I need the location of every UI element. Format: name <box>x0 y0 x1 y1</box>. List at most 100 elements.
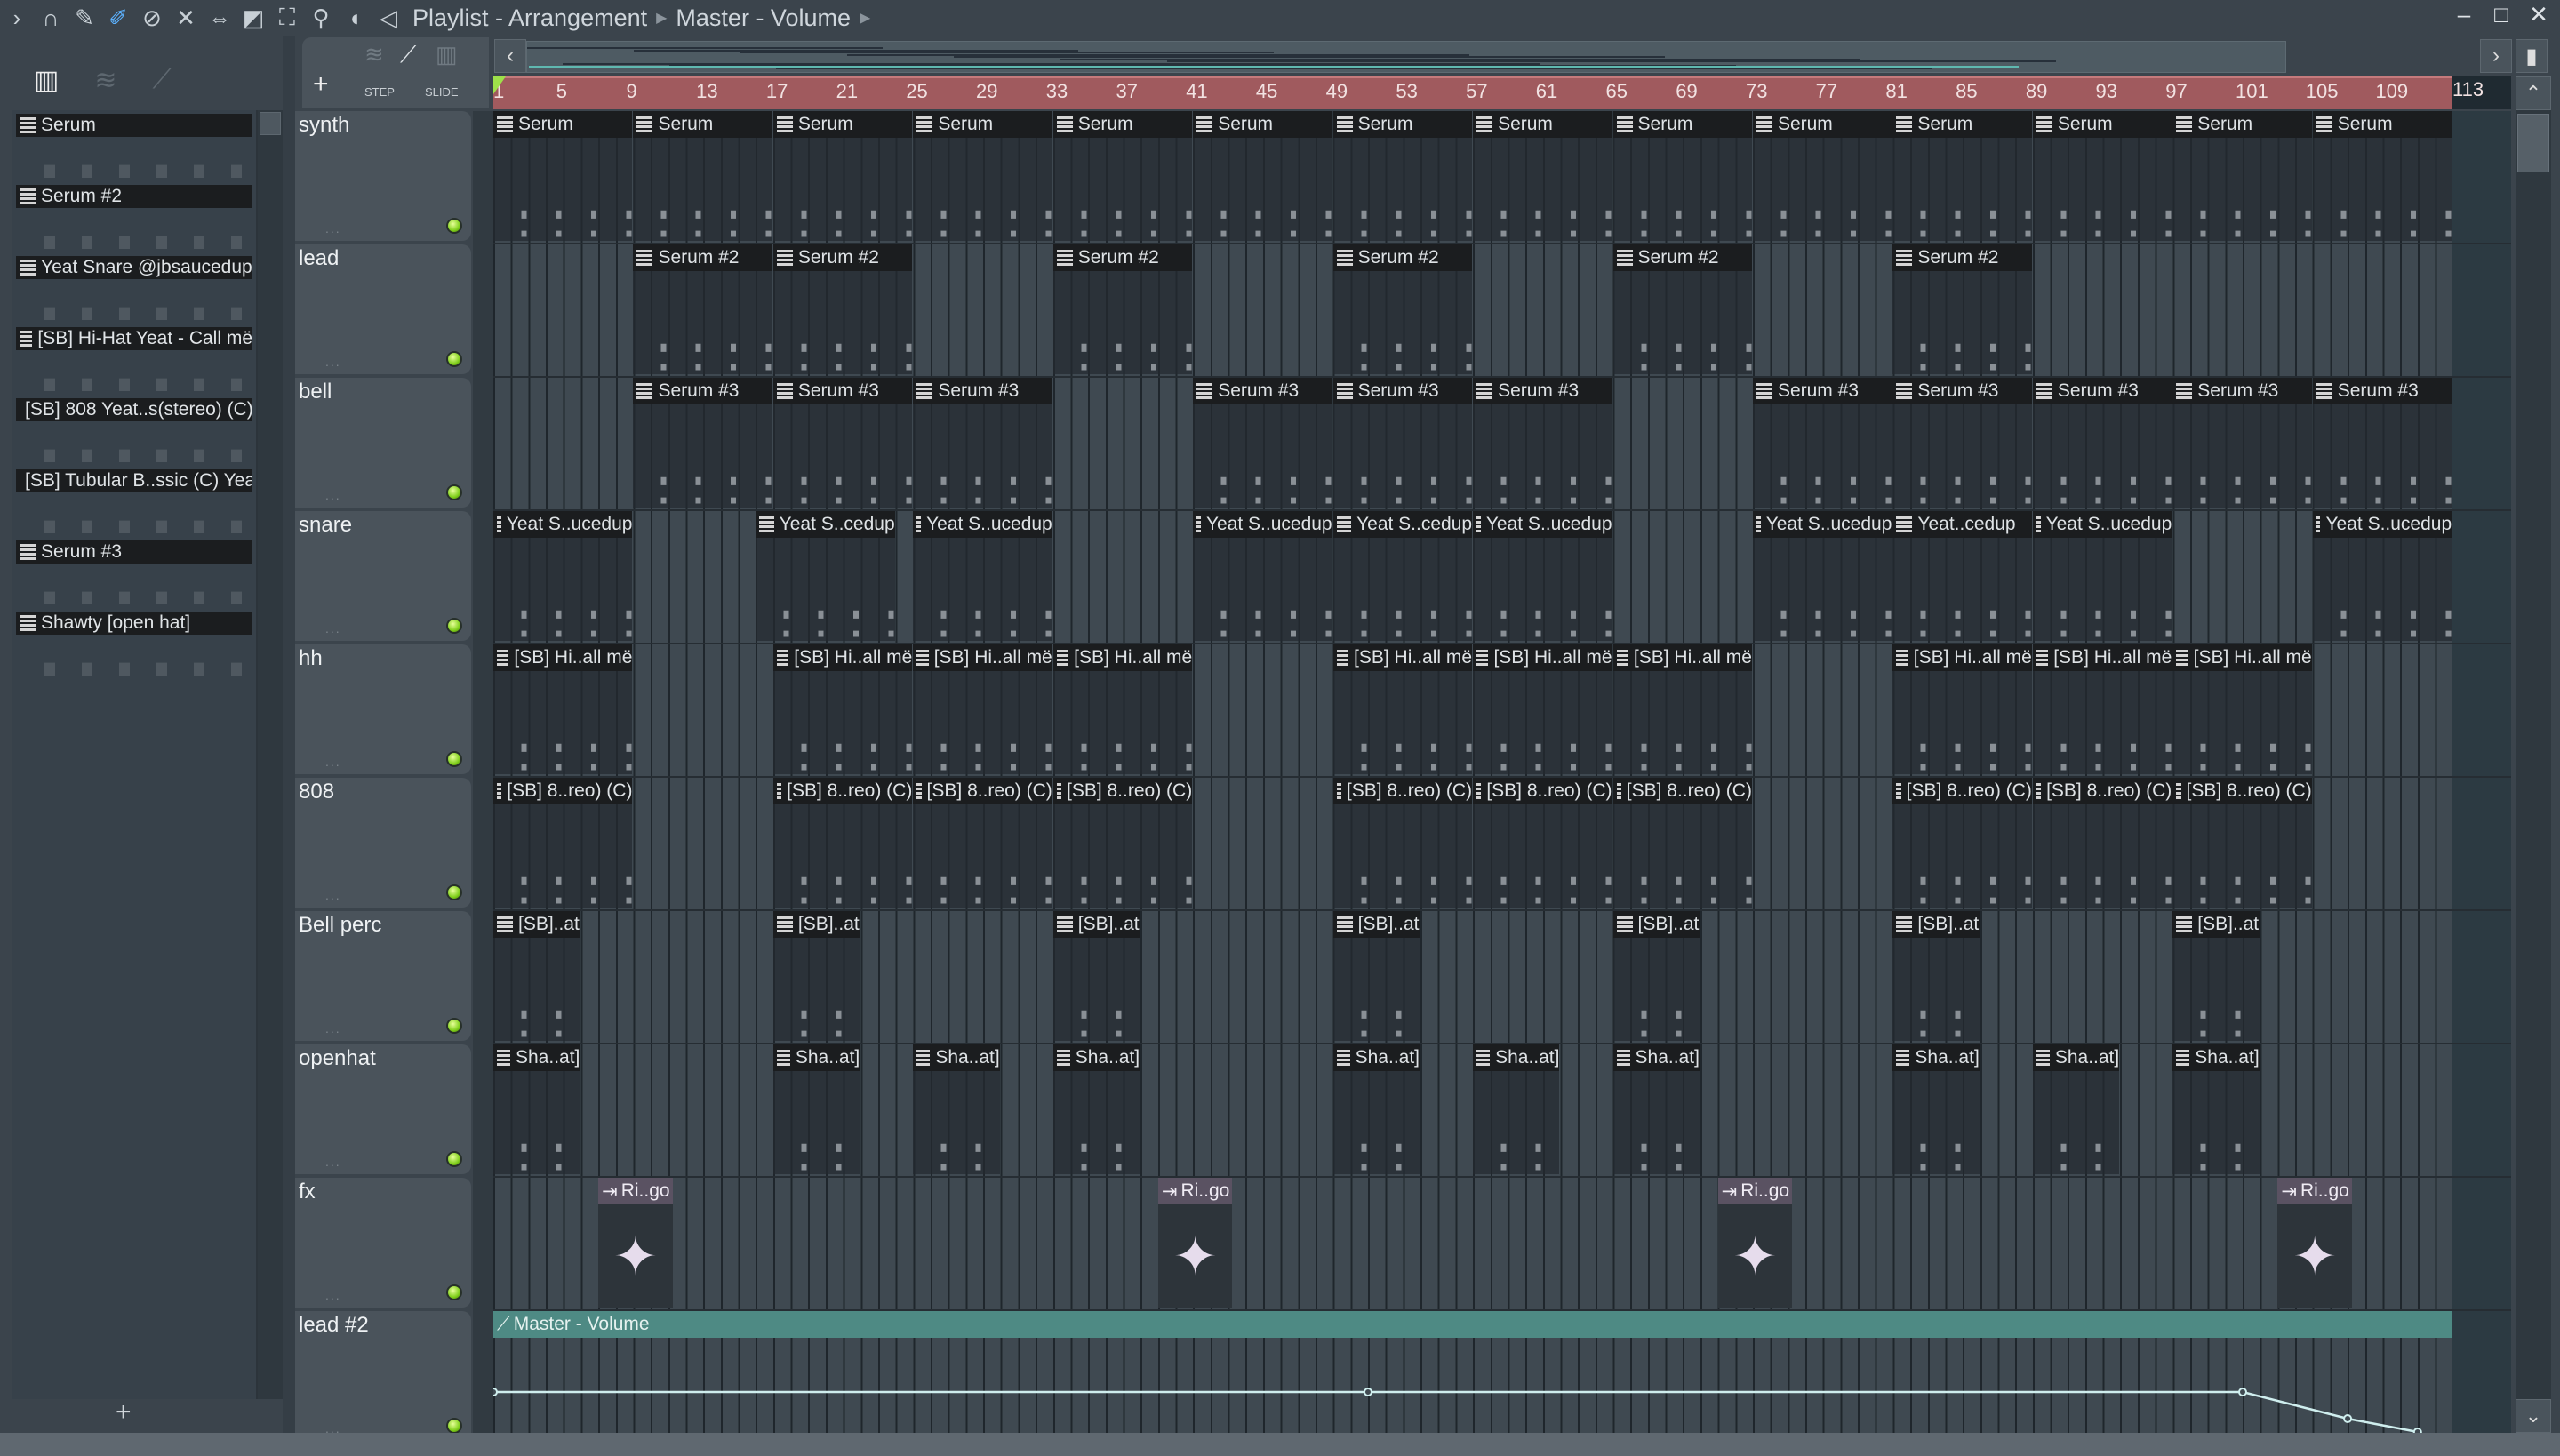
track-menu-icon[interactable]: ... <box>325 1421 341 1433</box>
add-pattern-button[interactable]: + <box>116 1397 132 1428</box>
pattern-clip[interactable]: [SB] Hi..all më <box>2032 644 2172 774</box>
audio-wave-icon[interactable]: ≋ <box>364 41 384 68</box>
pattern-item[interactable]: Shawty [open hat] <box>12 612 256 679</box>
track-header[interactable]: lead... <box>295 244 471 374</box>
audio-clip[interactable]: ⇥ Ri..go ✦ <box>1157 1178 1233 1308</box>
pattern-header[interactable]: Yeat Snare @jbsaucedup <box>16 256 252 279</box>
pattern-clip[interactable]: [SB]..at <box>1892 911 1980 1041</box>
clip-header[interactable]: [SB]..at <box>1052 911 1140 938</box>
track-enable-led[interactable] <box>446 1018 462 1034</box>
track-enable-led[interactable] <box>446 751 462 767</box>
clip-header[interactable]: Sha..at] <box>2032 1044 2120 1071</box>
track-menu-icon[interactable]: ... <box>325 755 341 769</box>
clip-header[interactable]: [SB]..at <box>2172 911 2260 938</box>
clip-header[interactable]: Yeat S..ucedup <box>2312 511 2452 538</box>
clip-header[interactable]: [SB] Hi..all më <box>1473 644 1612 671</box>
clip-header[interactable]: Yeat S..ucedup <box>1193 511 1332 538</box>
clip-header[interactable]: [SB]..at <box>772 911 860 938</box>
clip-header[interactable]: Sha..at] <box>913 1044 1000 1071</box>
track-header[interactable]: 808... <box>295 778 471 908</box>
pattern-clip[interactable]: Sha..at] <box>772 1044 860 1174</box>
clip-header[interactable]: Serum #2 <box>1612 244 1752 271</box>
clip-header[interactable]: [SB] 8..reo) (C) <box>2172 778 2312 804</box>
pattern-item[interactable]: Serum #3 <box>12 540 256 608</box>
clip-header[interactable]: Sha..at] <box>1052 1044 1140 1071</box>
playback-icon[interactable]: ◖ <box>338 2 372 34</box>
clip-header[interactable]: [SB] Hi..all më <box>913 644 1052 671</box>
pattern-clip[interactable]: [SB] 8..reo) (C) <box>1473 778 1612 908</box>
clip-header[interactable]: [SB] Hi..all më <box>1612 644 1752 671</box>
mute-icon[interactable]: ✕ <box>169 2 203 34</box>
pattern-clip[interactable]: Yeat..cedup <box>1892 511 2032 641</box>
automation-icon[interactable]: ⟋ <box>400 41 416 69</box>
clip-header[interactable]: Serum #3 <box>1473 378 1612 404</box>
pattern-clip[interactable]: [SB]..at <box>493 911 580 1041</box>
pattern-clip[interactable]: [SB] 8..reo) (C) <box>2032 778 2172 908</box>
clip-header[interactable]: Serum <box>633 111 772 138</box>
track-menu-icon[interactable]: ... <box>325 1155 341 1169</box>
pattern-clip[interactable]: Sha..at] <box>913 1044 1000 1174</box>
playlist-grid[interactable]: Serum Serum Serum Serum Serum Serum Serum Serum… <box>493 111 2511 1433</box>
pattern-clip[interactable]: [SB] Hi..all më <box>1612 644 1752 774</box>
track-header[interactable]: lead #2... <box>295 1311 471 1433</box>
clip-header[interactable]: Serum <box>1052 111 1193 138</box>
pattern-clip[interactable]: [SB] Hi..all më <box>493 644 633 774</box>
clip-header[interactable]: [SB] Hi..all më <box>493 644 633 671</box>
select-icon[interactable]: ⛶ <box>270 2 304 34</box>
clip-header[interactable]: [SB] 8..reo) (C) <box>913 778 1052 804</box>
clip-header[interactable]: Sha..at] <box>1473 1044 1560 1071</box>
clip-header[interactable]: Serum <box>1193 111 1332 138</box>
pattern-clip[interactable]: Serum <box>1892 111 2032 241</box>
pattern-item[interactable]: [SB] Tubular B..ssic (C) Yeat <box>12 469 256 537</box>
track-header[interactable]: snare... <box>295 511 471 641</box>
pattern-clip[interactable]: Serum #2 <box>1892 244 2032 374</box>
pattern-clip[interactable]: Serum <box>2312 111 2452 241</box>
pencil-icon[interactable]: ✎ <box>68 2 101 34</box>
automation-curve[interactable] <box>493 1340 2452 1433</box>
track-header[interactable]: fx... <box>295 1178 471 1308</box>
track-enable-led[interactable] <box>446 884 462 900</box>
pattern-clip[interactable]: Serum #3 <box>913 378 1052 508</box>
clip-header[interactable]: ⇥ Ri..go <box>2277 1178 2352 1204</box>
clip-header[interactable]: Yeat S..cedup <box>1332 511 1473 538</box>
pattern-clip[interactable]: Yeat S..cedup <box>756 511 895 641</box>
clip-header[interactable]: [SB] Hi..all më <box>1332 644 1473 671</box>
clip-header[interactable]: Sha..at] <box>1612 1044 1700 1071</box>
pattern-header[interactable]: Shawty [open hat] <box>16 612 252 635</box>
pattern-clip[interactable]: Sha..at] <box>1612 1044 1700 1174</box>
clip-header[interactable]: [SB]..at <box>1612 911 1700 938</box>
pattern-clip[interactable]: [SB]..at <box>1052 911 1140 1041</box>
close-button[interactable]: ✕ <box>2526 0 2551 28</box>
clip-header[interactable]: Serum #3 <box>1332 378 1473 404</box>
clip-header[interactable]: Serum #3 <box>1752 378 1892 404</box>
clip-header[interactable]: [SB] 8..reo) (C) <box>1052 778 1193 804</box>
clip-header[interactable]: Yeat S..ucedup <box>1473 511 1612 538</box>
pattern-item[interactable]: Serum <box>12 114 256 181</box>
clip-header[interactable]: Serum <box>1752 111 1892 138</box>
pattern-clip[interactable]: [SB] Hi..all më <box>913 644 1052 774</box>
pattern-clip[interactable]: [SB] 8..reo) (C) <box>2172 778 2312 908</box>
maximize-button[interactable]: □ <box>2489 0 2514 28</box>
window-title[interactable]: Playlist - Arrangement <box>412 4 647 32</box>
pattern-header[interactable]: Serum <box>16 114 252 137</box>
speaker-icon[interactable]: ◁ <box>372 2 405 34</box>
clip-header[interactable]: Sha..at] <box>2172 1044 2260 1071</box>
automation-point[interactable] <box>2343 1414 2353 1423</box>
clip-header[interactable]: Serum <box>493 111 633 138</box>
pattern-clip[interactable]: Serum <box>2172 111 2312 241</box>
pattern-clip[interactable]: Serum <box>1332 111 1473 241</box>
pattern-clip[interactable]: Serum <box>1473 111 1612 241</box>
clip-header[interactable]: Serum <box>2172 111 2312 138</box>
pattern-clip[interactable]: Serum <box>913 111 1052 241</box>
pattern-clip[interactable]: [SB] Hi..all më <box>1473 644 1612 774</box>
pattern-clip[interactable]: Sha..at] <box>1473 1044 1560 1174</box>
clip-header[interactable]: Sha..at] <box>1332 1044 1420 1071</box>
pattern-clip[interactable]: Serum <box>1612 111 1752 241</box>
pattern-clip[interactable]: Serum <box>1052 111 1193 241</box>
delete-icon[interactable]: ⊘ <box>135 2 169 34</box>
track-enable-led[interactable] <box>446 484 462 500</box>
clip-header[interactable]: [SB] Hi..all më <box>2172 644 2312 671</box>
zoom-icon[interactable]: ⚲ <box>304 2 338 34</box>
clip-header[interactable]: Serum #3 <box>913 378 1052 404</box>
clip-header[interactable]: Yeat S..ucedup <box>493 511 633 538</box>
